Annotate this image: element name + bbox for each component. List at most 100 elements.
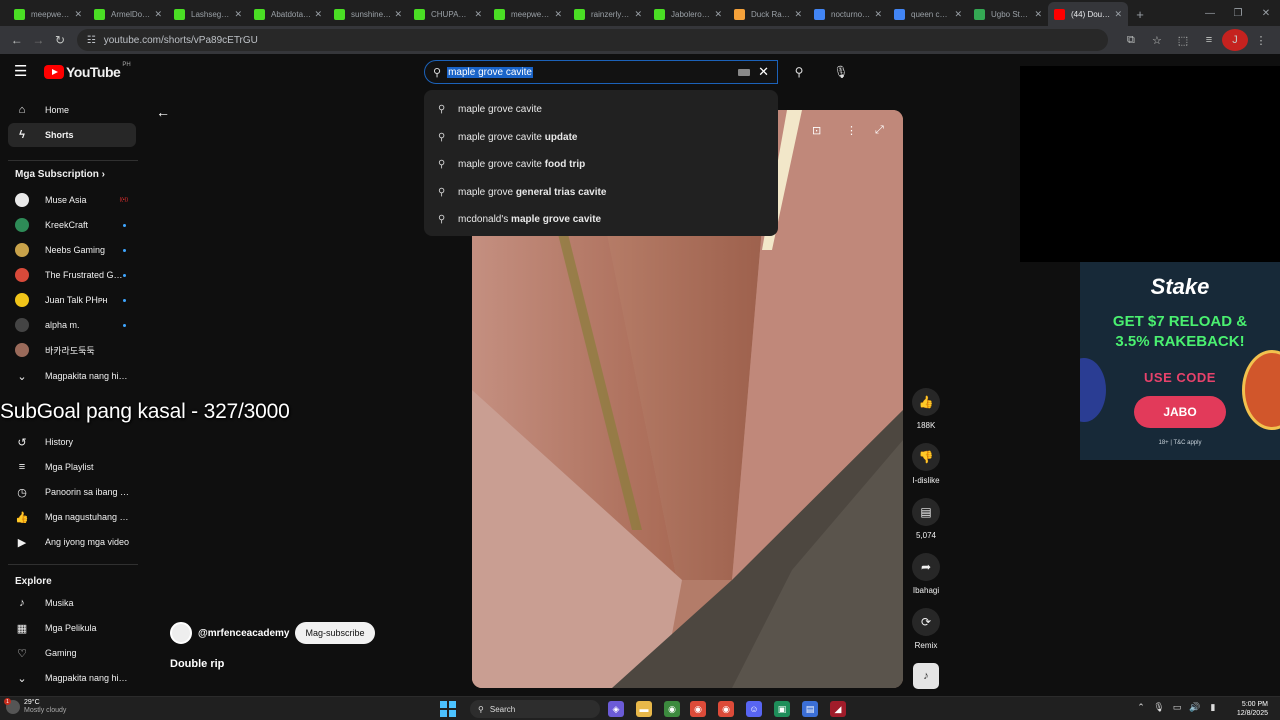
show-more-subscriptions[interactable]: ⌄ Magpakita nang hi… [8, 364, 136, 388]
tab-close-icon[interactable]: ✕ [474, 9, 482, 20]
chrome-profile-icon[interactable]: ◉ [690, 701, 706, 717]
sidebar-item-you[interactable]: 👍 Mga nagustuhang … [8, 505, 136, 529]
action-remix[interactable]: ⟳ Remix [908, 608, 944, 650]
tab-close-icon[interactable]: ✕ [314, 9, 322, 20]
file-explorer-icon[interactable]: ▬ [636, 701, 652, 717]
browser-tab[interactable]: sunshinen… ✕ [328, 2, 408, 26]
browser-tab[interactable]: Ugbo St… ✕ [968, 2, 1048, 26]
sidebar-item-shorts[interactable]: ϟ Shorts [8, 123, 136, 147]
action-thumb-up[interactable]: 👍 188K [908, 388, 944, 430]
more-options-icon[interactable]: ⋮ [846, 124, 857, 137]
windows-start-icon[interactable] [440, 701, 456, 717]
browser-tab[interactable]: Abatdota… ✕ [248, 2, 328, 26]
profile-avatar[interactable]: J [1221, 29, 1248, 51]
explore-item[interactable]: ▦ Mga Pelikula [8, 616, 136, 640]
minimize-icon[interactable]: — [1196, 0, 1224, 26]
media-control-icon[interactable]: ≡ [1196, 29, 1222, 51]
search-button[interactable]: ⚲ [786, 60, 812, 84]
subscribe-button[interactable]: Mag-subscribe [295, 622, 375, 644]
clear-search-icon[interactable]: ✕ [758, 64, 769, 80]
address-bar[interactable]: ☷ youtube.com/shorts/vPa89cETrGU [76, 29, 1108, 51]
explore-item[interactable]: ♪ Musika [8, 591, 136, 615]
close-window-icon[interactable]: ✕ [1252, 0, 1280, 26]
ad-banner[interactable]: Stake GET $7 RELOAD & 3.5% RAKEBACK! USE… [1080, 262, 1280, 460]
browser-tab[interactable]: Duck Race…✕ [728, 2, 808, 26]
short-title[interactable]: Double rip [170, 658, 224, 670]
subscription-item[interactable]: KreekCraft [8, 213, 136, 237]
chrome-active-icon[interactable]: ◉ [718, 701, 734, 717]
notepad-icon[interactable]: ▤ [802, 701, 818, 717]
action-thumb-down[interactable]: 👎 I-dislike [908, 443, 944, 485]
guide-menu-icon[interactable]: ☰ [14, 64, 30, 80]
tab-close-icon[interactable]: ✕ [1034, 9, 1042, 20]
back-icon[interactable]: ← [6, 29, 28, 51]
browser-tab[interactable]: JaboleroD… ✕ [648, 2, 728, 26]
browser-tab[interactable]: (44) Doub… ✕ [1048, 2, 1128, 26]
game-app-icon[interactable]: ◢ [830, 701, 846, 717]
captions-icon[interactable]: ⊡ [812, 124, 821, 137]
tab-close-icon[interactable]: ✕ [234, 9, 242, 20]
tab-close-icon[interactable]: ✕ [154, 9, 162, 20]
back-arrow-icon[interactable]: ← [156, 104, 170, 120]
tray-chevron-icon[interactable]: ⌃ [1132, 702, 1150, 713]
explore-item[interactable]: ♡ Gaming [8, 641, 136, 665]
install-app-icon[interactable]: ⧉ [1118, 29, 1144, 51]
browser-tab[interactable]: queen coa…✕ [888, 2, 968, 26]
channel-name[interactable]: @mrfenceacademy [198, 628, 289, 639]
tab-close-icon[interactable]: ✕ [874, 9, 882, 20]
tab-close-icon[interactable]: ✕ [1114, 9, 1122, 20]
channel-avatar[interactable] [170, 622, 192, 644]
forward-icon[interactable]: → [28, 29, 50, 51]
sidebar-item-you[interactable]: ≡ Mga Playlist [8, 455, 136, 479]
ad-code-button[interactable]: JABO [1134, 396, 1226, 428]
action-share[interactable]: ➦ Ibahagi [908, 553, 944, 595]
subscriptions-heading[interactable]: Mga Subscription › [15, 169, 105, 180]
microphone-icon[interactable]: 🎙 [1150, 702, 1168, 713]
suggestion-item[interactable]: ⚲ maple grove cavite [424, 96, 778, 124]
battery-icon[interactable]: ▮ [1204, 702, 1222, 713]
taskbar-search[interactable]: ⚲ Search [470, 700, 600, 718]
suggestion-item[interactable]: ⚲ maple grove general trias cavite [424, 179, 778, 207]
subscription-item[interactable]: alpha m. [8, 313, 136, 337]
weather-widget[interactable]: 1 29°C Mostly cloudy [4, 698, 66, 715]
subscription-item[interactable]: Muse Asia ((•)) [8, 188, 136, 212]
action-comment[interactable]: ▤ 5,074 [908, 498, 944, 540]
browser-tab[interactable]: rainzerlyn… ✕ [568, 2, 648, 26]
subscription-item[interactable]: 바카라도둑둑 [8, 338, 136, 362]
site-info-icon[interactable]: ☷ [87, 35, 96, 46]
chrome-icon[interactable]: ◉ [664, 701, 680, 717]
browser-tab[interactable]: Lashsegw… ✕ [168, 2, 248, 26]
browser-menu-icon[interactable]: ⋮ [1248, 29, 1274, 51]
tab-close-icon[interactable]: ✕ [634, 9, 642, 20]
bookmark-star-icon[interactable]: ☆ [1144, 29, 1170, 51]
restore-icon[interactable]: ❐ [1224, 0, 1252, 26]
discord-icon[interactable]: ☺ [746, 701, 762, 717]
subscription-item[interactable]: The Frustrated G… [8, 263, 136, 287]
sidebar-item-home[interactable]: ⌂ Home [8, 98, 136, 122]
tab-close-icon[interactable]: ✕ [714, 9, 722, 20]
display-icon[interactable]: ▭ [1168, 702, 1186, 713]
new-tab-icon[interactable]: + [1128, 2, 1152, 26]
copilot-icon[interactable]: ◈ [608, 701, 624, 717]
voice-search-icon[interactable]: 🎙 [828, 60, 854, 84]
taskbar-clock[interactable]: 5:00 PM 12/8/2025 [1237, 700, 1268, 718]
suggestion-item[interactable]: ⚲ mcdonald's maple grove cavite [424, 206, 778, 234]
remix-thumbnail[interactable]: ♪ [913, 663, 939, 689]
search-value[interactable]: maple grove cavite [447, 66, 533, 78]
subscription-item[interactable]: Neebs Gaming [8, 238, 136, 262]
tab-close-icon[interactable]: ✕ [794, 9, 802, 20]
sidebar-item-you[interactable]: ▶ Ang iyong mga video [8, 530, 136, 554]
youtube-logo[interactable]: YouTube PH [44, 62, 131, 80]
obs-app-icon[interactable]: ▣ [774, 701, 790, 717]
explore-item[interactable]: ⌄ Magpakita nang hi… [8, 666, 136, 690]
subscription-item[interactable]: Juan Talk PHᴘʜ [8, 288, 136, 312]
tab-close-icon[interactable]: ✕ [74, 9, 82, 20]
sidebar-item-you[interactable]: ◷ Panoorin sa ibang … [8, 480, 136, 504]
extensions-icon[interactable]: ⬚ [1170, 29, 1196, 51]
sidebar-item-you[interactable]: ↺ History [8, 430, 136, 454]
search-input[interactable]: ⚲ maple grove cavite ✕ [424, 60, 778, 84]
browser-tab[interactable]: CHUPAEN…✕ [408, 2, 488, 26]
browser-tab[interactable]: meepwe… ✕ [488, 2, 568, 26]
browser-tab[interactable]: nocturno… ✕ [808, 2, 888, 26]
fullscreen-icon[interactable]: ⤢ [875, 124, 884, 137]
